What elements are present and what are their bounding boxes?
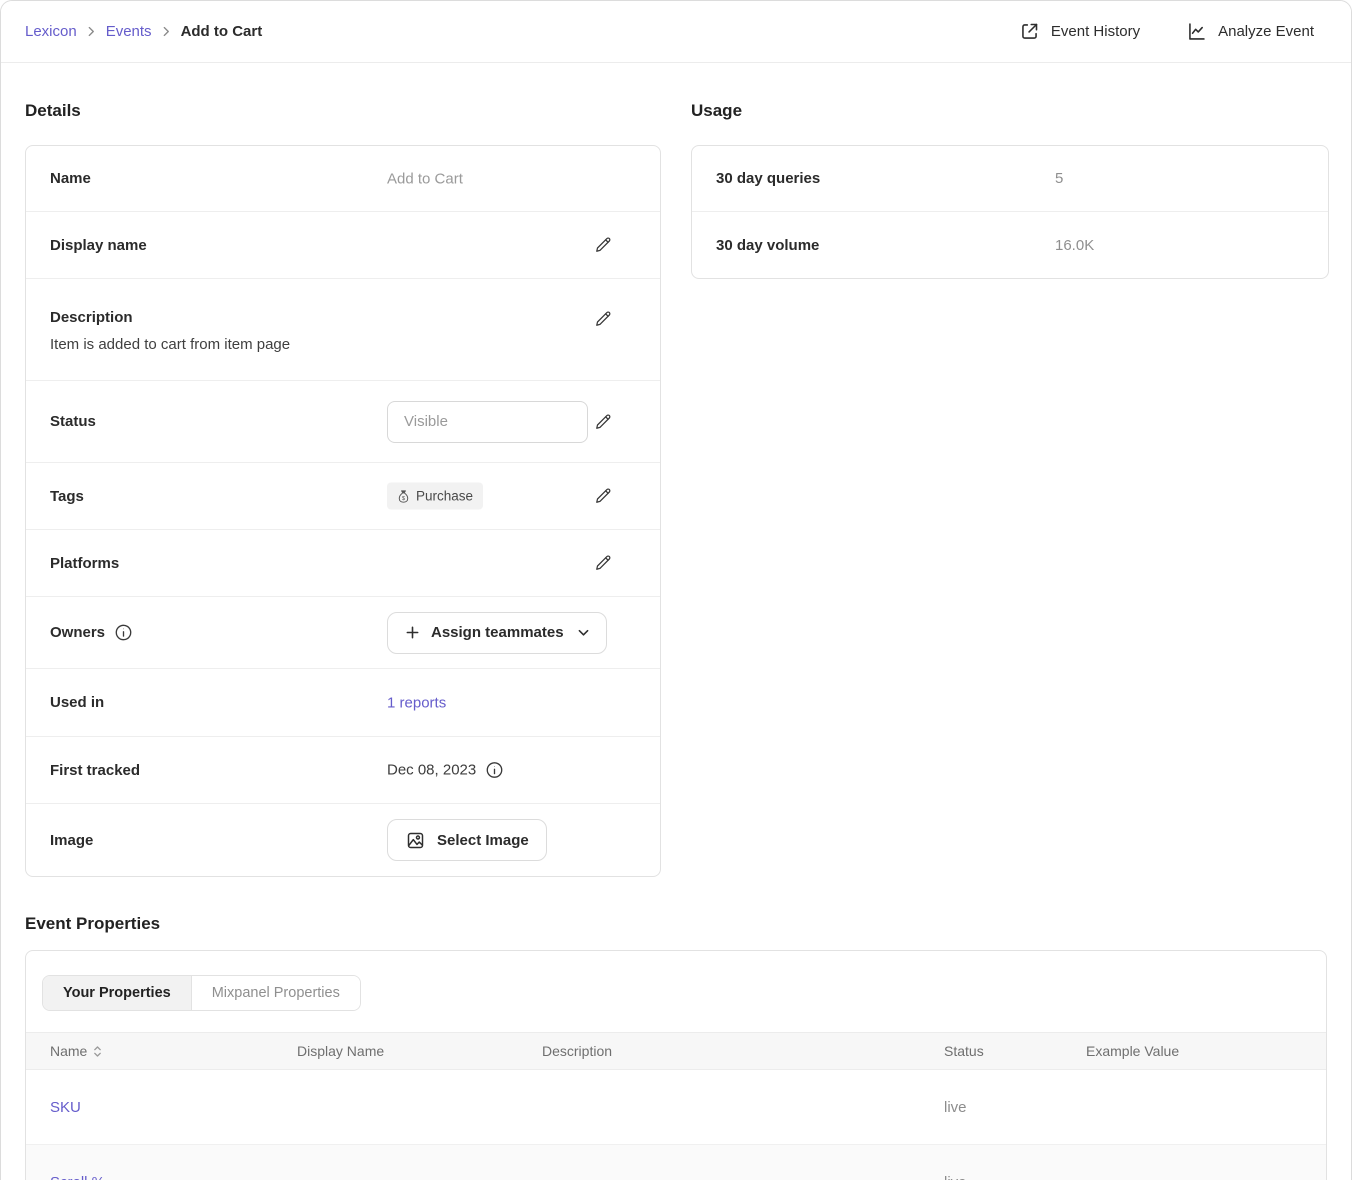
main-content: Details Name Add to Cart Display name De… bbox=[1, 63, 1351, 877]
pencil-icon bbox=[593, 235, 613, 255]
details-row-owners: Owners Assign teammates bbox=[26, 596, 660, 668]
details-row-image: Image Select Image bbox=[26, 803, 660, 876]
plus-icon bbox=[405, 625, 420, 640]
event-properties-card: Your Properties Mixpanel Properties Name… bbox=[25, 950, 1327, 1180]
external-link-icon bbox=[1019, 21, 1040, 42]
column-header-status: Status bbox=[944, 1043, 1086, 1059]
properties-tabs: Your Properties Mixpanel Properties bbox=[42, 975, 361, 1011]
chevron-right-icon bbox=[163, 26, 170, 37]
top-actions: Event History Analyze Event bbox=[1019, 21, 1314, 42]
event-history-button[interactable]: Event History bbox=[1019, 21, 1140, 42]
column-header-example-value: Example Value bbox=[1086, 1043, 1326, 1059]
chevron-right-icon bbox=[88, 26, 95, 37]
platforms-label: Platforms bbox=[50, 555, 119, 572]
status-value: Visible bbox=[404, 413, 448, 430]
property-link-sku[interactable]: SKU bbox=[26, 1099, 297, 1116]
breadcrumb-lexicon[interactable]: Lexicon bbox=[25, 23, 77, 40]
pencil-icon bbox=[593, 412, 613, 432]
analyze-event-label: Analyze Event bbox=[1218, 23, 1314, 40]
usage-title: Usage bbox=[691, 101, 1329, 121]
edit-description-button[interactable] bbox=[591, 307, 615, 331]
tag-label: Purchase bbox=[416, 489, 473, 504]
usage-row-queries: 30 day queries 5 bbox=[692, 146, 1328, 211]
money-bag-icon: $ bbox=[397, 489, 410, 503]
breadcrumb-events[interactable]: Events bbox=[106, 23, 152, 40]
analyze-event-button[interactable]: Analyze Event bbox=[1186, 21, 1314, 42]
pencil-icon bbox=[593, 309, 613, 329]
edit-tags-button[interactable] bbox=[591, 484, 615, 508]
line-chart-icon bbox=[1186, 21, 1207, 42]
edit-status-button[interactable] bbox=[591, 410, 615, 434]
assign-teammates-button[interactable]: Assign teammates bbox=[387, 612, 607, 654]
tag-chip-purchase[interactable]: $ Purchase bbox=[387, 483, 483, 510]
tags-label: Tags bbox=[50, 488, 84, 505]
property-status: live bbox=[944, 1099, 1086, 1116]
lexicon-event-detail-page: Lexicon Events Add to Cart Event Hist bbox=[0, 0, 1352, 1180]
breadcrumb: Lexicon Events Add to Cart bbox=[25, 23, 262, 40]
details-title: Details bbox=[25, 101, 661, 121]
usage-section: Usage 30 day queries 5 30 day volume 16.… bbox=[691, 101, 1329, 877]
select-image-button[interactable]: Select Image bbox=[387, 819, 547, 861]
queries-value: 5 bbox=[1055, 170, 1063, 187]
event-history-label: Event History bbox=[1051, 23, 1140, 40]
details-row-display-name: Display name bbox=[26, 211, 660, 278]
table-row-scroll-percent[interactable]: Scroll % live bbox=[26, 1145, 1326, 1180]
image-icon bbox=[405, 830, 426, 851]
details-section: Details Name Add to Cart Display name De… bbox=[25, 101, 661, 877]
info-icon[interactable] bbox=[485, 761, 504, 780]
event-properties-title: Event Properties bbox=[25, 914, 1327, 934]
tab-mixpanel-properties[interactable]: Mixpanel Properties bbox=[191, 976, 360, 1010]
volume-label: 30 day volume bbox=[716, 237, 819, 254]
first-tracked-value: Dec 08, 2023 bbox=[387, 762, 476, 779]
top-bar: Lexicon Events Add to Cart Event Hist bbox=[1, 1, 1351, 63]
description-value: Item is added to cart from item page bbox=[50, 336, 636, 353]
used-in-reports-link[interactable]: 1 reports bbox=[387, 694, 446, 711]
used-in-label: Used in bbox=[50, 694, 104, 711]
table-row-sku[interactable]: SKU live bbox=[26, 1070, 1326, 1145]
svg-text:$: $ bbox=[402, 496, 406, 502]
column-header-name[interactable]: Name bbox=[26, 1043, 297, 1059]
details-card: Name Add to Cart Display name Descriptio… bbox=[25, 145, 661, 877]
breadcrumb-current-event: Add to Cart bbox=[181, 23, 263, 40]
status-label: Status bbox=[50, 413, 96, 430]
details-row-status: Status Visible bbox=[26, 380, 660, 462]
property-status: live bbox=[944, 1174, 1086, 1180]
name-value: Add to Cart bbox=[387, 170, 463, 187]
details-row-tags: Tags $ Purchase bbox=[26, 462, 660, 529]
details-row-used-in: Used in 1 reports bbox=[26, 668, 660, 736]
pencil-icon bbox=[593, 486, 613, 506]
property-link-scroll-percent[interactable]: Scroll % bbox=[26, 1174, 297, 1180]
tab-your-properties[interactable]: Your Properties bbox=[43, 976, 191, 1010]
select-image-label: Select Image bbox=[437, 832, 529, 849]
column-header-description: Description bbox=[542, 1043, 944, 1059]
usage-row-volume: 30 day volume 16.0K bbox=[692, 211, 1328, 278]
display-name-label: Display name bbox=[50, 237, 147, 254]
edit-display-name-button[interactable] bbox=[591, 233, 615, 257]
event-properties-section: Event Properties Your Properties Mixpane… bbox=[1, 914, 1351, 1180]
owners-label: Owners bbox=[50, 624, 105, 641]
usage-card: 30 day queries 5 30 day volume 16.0K bbox=[691, 145, 1329, 279]
edit-platforms-button[interactable] bbox=[591, 551, 615, 575]
details-row-name: Name Add to Cart bbox=[26, 146, 660, 211]
column-header-display-name: Display Name bbox=[297, 1043, 542, 1059]
status-select[interactable]: Visible bbox=[387, 401, 588, 443]
queries-label: 30 day queries bbox=[716, 170, 820, 187]
description-label: Description bbox=[50, 309, 660, 326]
sort-icon bbox=[93, 1045, 102, 1058]
pencil-icon bbox=[593, 553, 613, 573]
details-row-platforms: Platforms bbox=[26, 529, 660, 596]
details-row-description: Description Item is added to cart from i… bbox=[26, 278, 660, 380]
info-icon[interactable] bbox=[114, 623, 133, 642]
chevron-down-icon bbox=[578, 629, 589, 637]
name-label: Name bbox=[50, 170, 91, 187]
assign-teammates-label: Assign teammates bbox=[431, 624, 564, 641]
volume-value: 16.0K bbox=[1055, 237, 1094, 254]
properties-table-header: Name Display Name Description Status Exa… bbox=[26, 1032, 1326, 1070]
details-row-first-tracked: First tracked Dec 08, 2023 bbox=[26, 736, 660, 803]
image-label: Image bbox=[50, 832, 93, 849]
first-tracked-label: First tracked bbox=[50, 762, 140, 779]
